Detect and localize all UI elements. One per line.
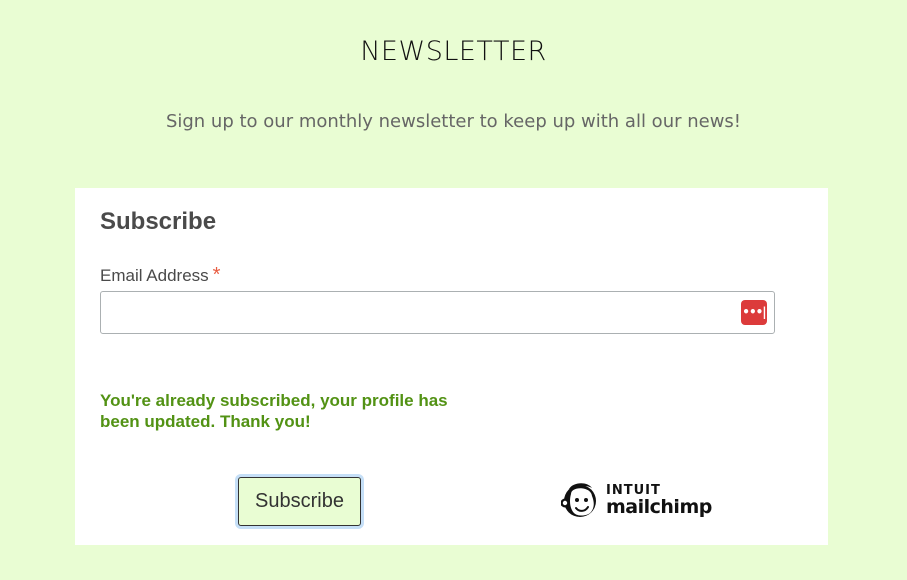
mailchimp-wordmark: INTUIT mailchimp — [606, 484, 712, 517]
email-label-text: Email Address — [100, 266, 209, 285]
success-message: You're already subscribed, your profile … — [100, 391, 448, 431]
mailchimp-text: mailchimp — [606, 495, 712, 518]
intuit-text: INTUIT — [606, 482, 661, 498]
password-manager-icon[interactable]: •••| — [741, 300, 767, 325]
email-field-label: Email Address * — [100, 264, 220, 287]
mailchimp-badge-link[interactable]: INTUIT mailchimp — [561, 478, 712, 522]
form-heading: Subscribe — [100, 208, 217, 235]
email-field[interactable] — [100, 291, 775, 334]
freddie-icon — [561, 483, 596, 517]
page-title: NEWSLETTER — [360, 36, 547, 67]
subscribe-button[interactable]: Subscribe — [238, 477, 361, 526]
subscribe-form-card: Subscribe Email Address * •••| You're alr… — [75, 188, 828, 545]
page-subtitle: Sign up to our monthly newsletter to kee… — [165, 111, 742, 132]
required-indicator: * — [212, 264, 221, 286]
